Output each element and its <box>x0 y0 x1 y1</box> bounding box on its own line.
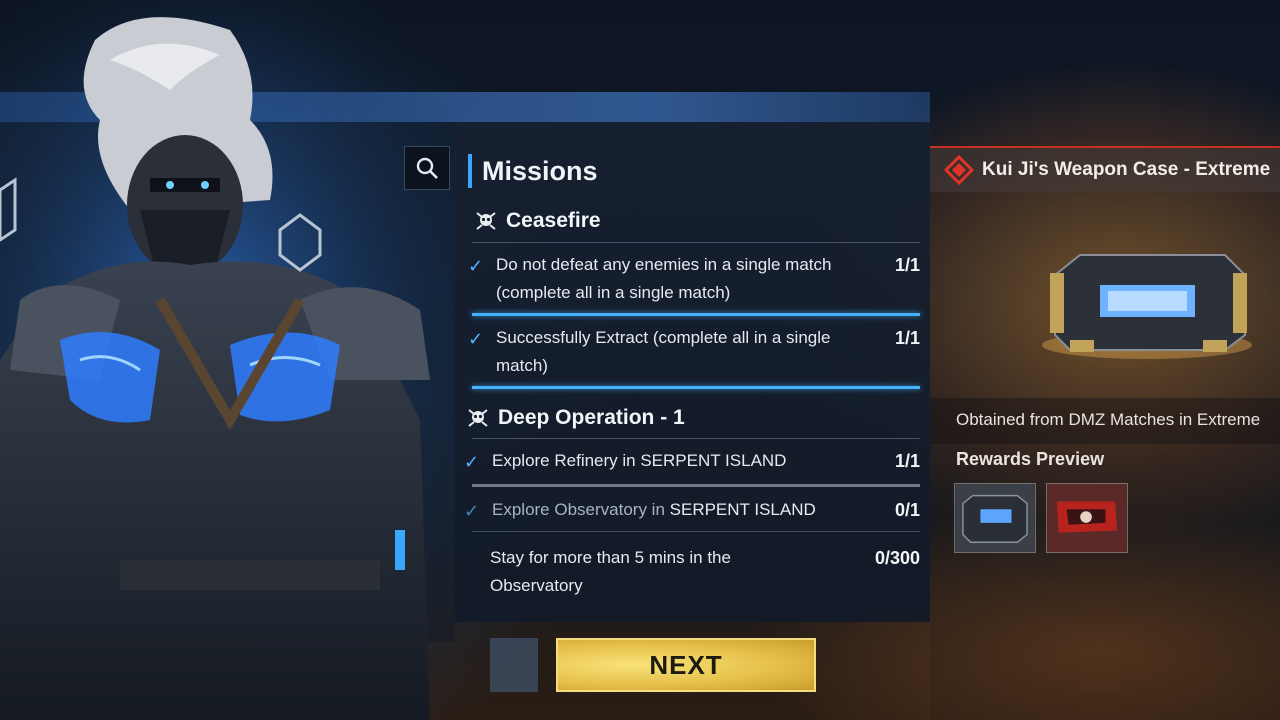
group-name: Deep Operation - 1 <box>498 406 685 429</box>
task-text: Stay for more than 5 mins in the Observa… <box>490 548 731 595</box>
reward-thumbnail-weapon[interactable] <box>1046 483 1128 553</box>
rewards-preview-label: Rewards Preview <box>956 449 1105 469</box>
checkmark-icon: ✓ <box>464 452 480 472</box>
task-text-prefix: Explore Refinery in <box>492 451 641 470</box>
checkmark-icon: ✓ <box>468 256 484 276</box>
divider <box>472 242 920 243</box>
task-text-prefix: Explore Observatory in <box>492 500 670 519</box>
reward-header: Kui Ji's Weapon Case - Extreme <box>930 148 1280 192</box>
search-icon <box>416 157 438 179</box>
task-location: SERPENT ISLAND <box>669 500 816 519</box>
task-text: Explore Refinery in SERPENT ISLAND <box>492 447 872 475</box>
mission-task[interactable]: ✓ Explore Refinery in SERPENT ISLAND 1/1 <box>464 447 920 477</box>
checkmark-icon: ✓ <box>464 501 480 521</box>
task-location: SERPENT ISLAND <box>640 451 787 470</box>
mission-group-deep-operation: Deep Operation - 1 <box>466 406 685 430</box>
task-text: Explore Observatory in SERPENT ISLAND <box>492 496 872 524</box>
obtained-from-text: Obtained from DMZ Matches in Extreme <box>956 410 1261 429</box>
weapon-case-image <box>1040 245 1255 360</box>
divider <box>472 484 920 487</box>
mission-task[interactable]: ✓ Explore Observatory in SERPENT ISLAND … <box>464 496 920 526</box>
secondary-button[interactable] <box>490 638 538 692</box>
task-progress: 1/1 <box>894 255 920 275</box>
divider-complete <box>472 386 920 389</box>
task-text: Successfully Extract (complete all in a … <box>496 328 831 375</box>
mission-task[interactable]: Stay for more than 5 mins in the Observa… <box>464 544 920 602</box>
next-button[interactable]: NEXT <box>556 638 816 692</box>
case-emblem-icon <box>944 155 974 185</box>
search-button[interactable] <box>404 146 450 190</box>
task-progress: 1/1 <box>894 451 920 471</box>
reward-title: Kui Ji's Weapon Case - Extreme <box>982 159 1271 180</box>
divider <box>472 438 920 439</box>
task-text: Do not defeat any enemies in a single ma… <box>496 255 832 302</box>
checkmark-icon: ✓ <box>468 329 484 349</box>
mission-task[interactable]: ✓ Do not defeat any enemies in a single … <box>468 251 920 307</box>
task-progress: 0/300 <box>874 548 920 568</box>
skull-emblem-icon <box>476 212 496 230</box>
skull-emblem-icon <box>468 409 488 427</box>
task-progress: 0/1 <box>894 500 920 520</box>
hero-character-art <box>0 0 500 720</box>
missions-title: Missions <box>468 154 598 188</box>
task-progress: 1/1 <box>894 328 920 348</box>
divider-complete <box>472 313 920 316</box>
mission-group-ceasefire: Ceasefire <box>474 209 601 233</box>
mission-task[interactable]: ✓ Successfully Extract (complete all in … <box>468 324 920 380</box>
reward-thumbnail-case[interactable] <box>954 483 1036 553</box>
group-name: Ceasefire <box>506 209 601 232</box>
divider <box>472 531 920 532</box>
